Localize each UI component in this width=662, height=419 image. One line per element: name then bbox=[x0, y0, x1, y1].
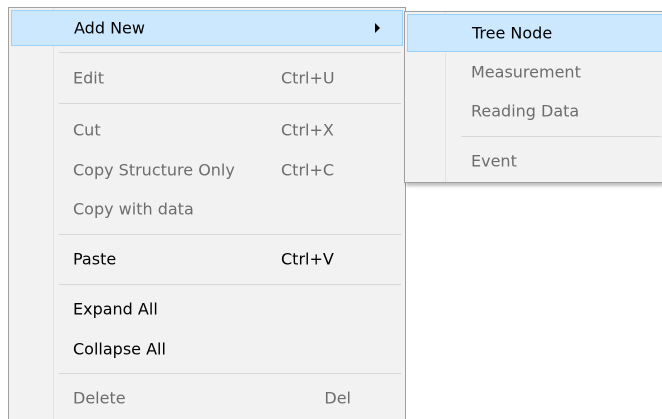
menu-item-edit-shortcut: Ctrl+U bbox=[281, 68, 335, 88]
menu-item-copy-structure-only-shortcut: Ctrl+C bbox=[281, 160, 335, 180]
screen: Add New Edit Ctrl+U Cut Ctrl+X Copy Stru… bbox=[0, 0, 662, 419]
menu-item-edit-label: Edit bbox=[73, 68, 104, 88]
menu-item-delete[interactable]: Delete Del bbox=[11, 380, 403, 416]
menu-item-paste-label: Paste bbox=[73, 249, 117, 269]
menu-item-collapse-all[interactable]: Collapse All bbox=[11, 331, 403, 367]
submenu-item-reading-data[interactable]: Reading Data bbox=[407, 92, 662, 130]
menu-item-cut-shortcut: Ctrl+X bbox=[281, 120, 334, 140]
menu-item-expand-all[interactable]: Expand All bbox=[11, 291, 403, 327]
menu-item-cut[interactable]: Cut Ctrl+X bbox=[11, 112, 403, 148]
submenu-item-measurement-label: Measurement bbox=[471, 62, 581, 82]
menu-item-collapse-all-label: Collapse All bbox=[73, 339, 166, 359]
add-new-submenu: Tree Node Measurement Reading Data Event bbox=[404, 11, 662, 183]
menu-item-paste[interactable]: Paste Ctrl+V bbox=[11, 241, 403, 277]
menu-separator bbox=[59, 103, 401, 104]
menu-separator bbox=[59, 52, 401, 53]
context-menu: Add New Edit Ctrl+U Cut Ctrl+X Copy Stru… bbox=[8, 7, 406, 419]
menu-item-copy-with-data-label: Copy with data bbox=[73, 199, 194, 219]
menu-separator bbox=[59, 234, 401, 235]
menu-item-delete-label: Delete bbox=[73, 388, 126, 408]
menu-item-cut-label: Cut bbox=[73, 120, 101, 140]
menu-item-add-new-label: Add New bbox=[74, 18, 145, 38]
submenu-item-reading-data-label: Reading Data bbox=[471, 101, 580, 121]
submenu-item-tree-node-label: Tree Node bbox=[472, 23, 553, 43]
menu-separator bbox=[59, 284, 401, 285]
menu-item-expand-all-label: Expand All bbox=[73, 299, 158, 319]
menu-item-copy-structure-only[interactable]: Copy Structure Only Ctrl+C bbox=[11, 152, 403, 188]
submenu-arrow-icon bbox=[375, 23, 380, 33]
submenu-separator bbox=[461, 136, 661, 137]
menu-separator bbox=[59, 373, 401, 374]
submenu-item-measurement[interactable]: Measurement bbox=[407, 53, 662, 91]
submenu-item-tree-node[interactable]: Tree Node bbox=[407, 14, 662, 52]
menu-item-copy-with-data[interactable]: Copy with data bbox=[11, 191, 403, 227]
menu-item-copy-structure-only-label: Copy Structure Only bbox=[73, 160, 235, 180]
menu-item-edit[interactable]: Edit Ctrl+U bbox=[11, 60, 403, 96]
submenu-item-event[interactable]: Event bbox=[407, 142, 662, 180]
menu-item-paste-shortcut: Ctrl+V bbox=[281, 249, 334, 269]
menu-item-add-new[interactable]: Add New bbox=[11, 10, 403, 46]
submenu-item-event-label: Event bbox=[471, 151, 517, 171]
menu-item-delete-shortcut: Del bbox=[324, 388, 351, 408]
